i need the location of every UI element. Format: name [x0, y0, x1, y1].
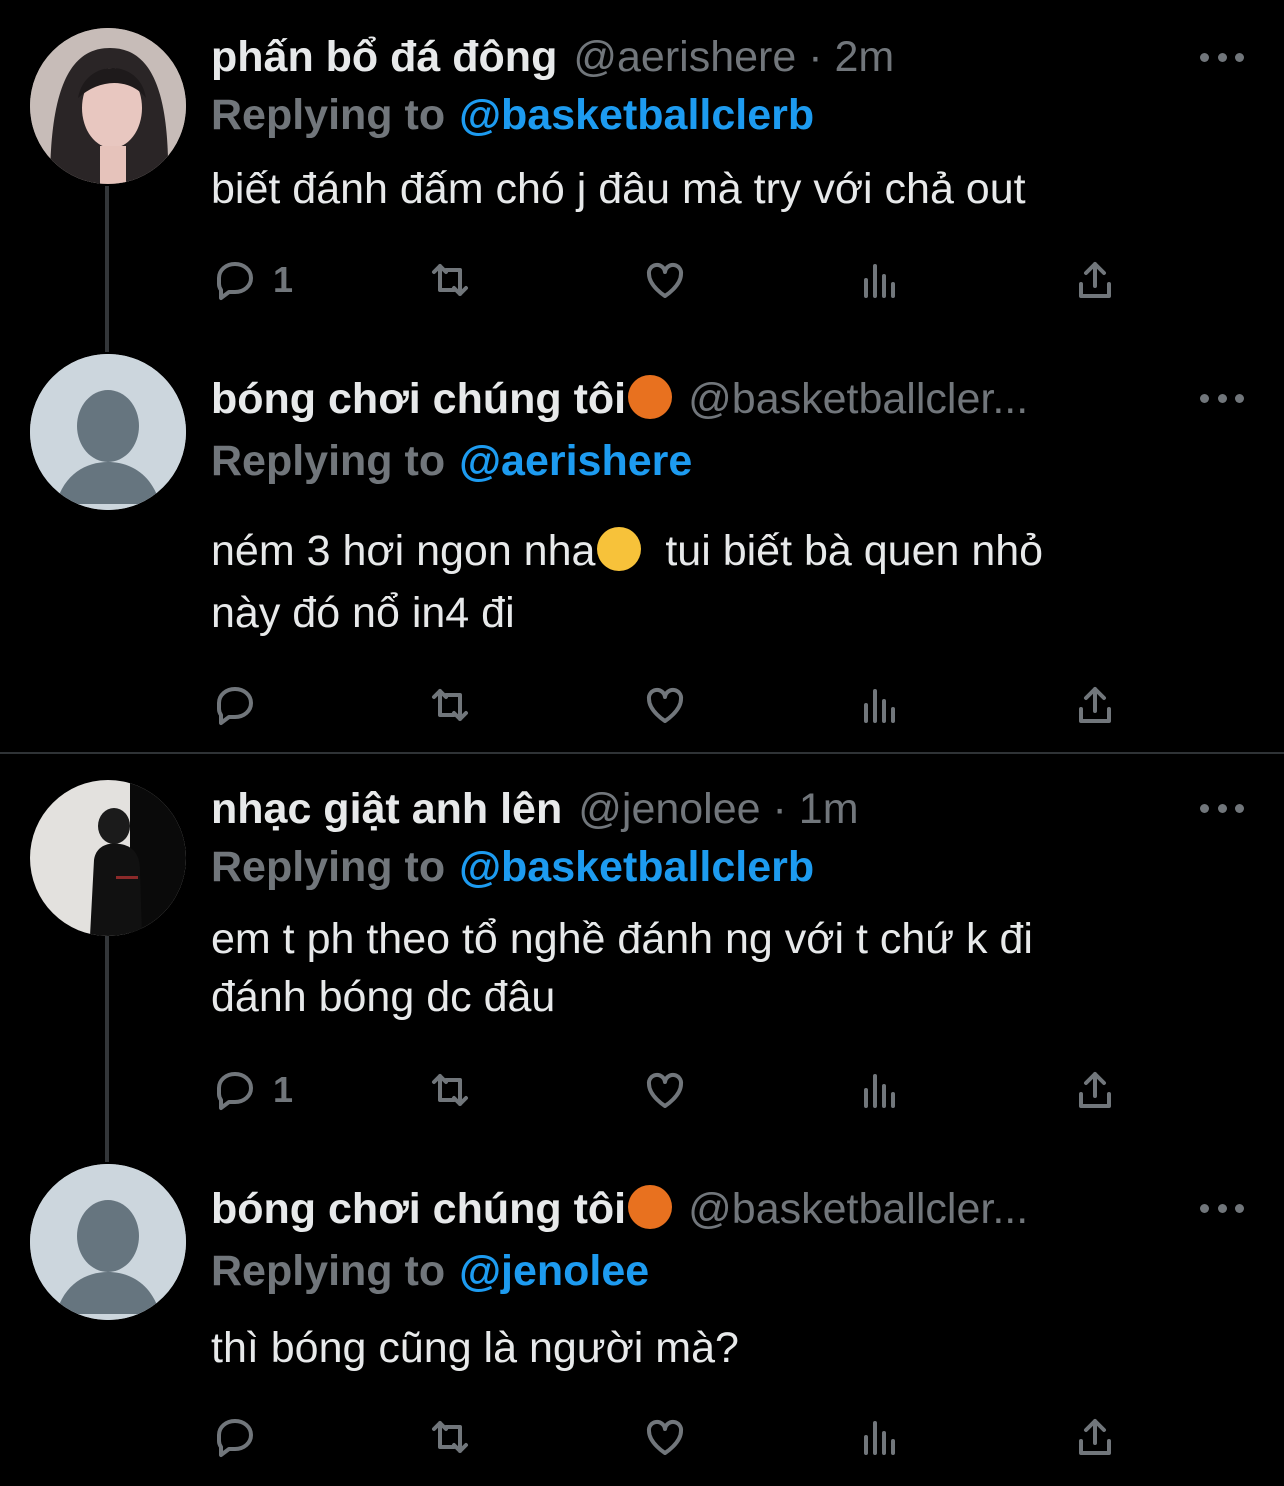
avatar[interactable] [30, 28, 186, 184]
tweet-text-line: đánh bóng dc đâu [211, 973, 556, 1021]
analytics-button[interactable] [856, 1412, 904, 1462]
avatar[interactable] [30, 780, 186, 936]
mention-link[interactable]: @jenolee [459, 1247, 649, 1295]
share-icon [1079, 262, 1111, 298]
basketball-emoji [628, 375, 673, 419]
share-button[interactable] [1071, 1065, 1119, 1115]
display-name[interactable]: bóng chơi chúng tôi [211, 1182, 673, 1236]
analytics-icon [864, 264, 895, 298]
replying-label: Replying to [211, 437, 446, 485]
tweet-text-line: biết đánh đấm chó j đâu mà try với chả o… [211, 165, 1026, 213]
like-button[interactable] [641, 1412, 689, 1462]
like-button[interactable] [641, 680, 689, 730]
retweet-button[interactable] [426, 1412, 474, 1462]
handle-and-time[interactable]: @aerishere · 2m [573, 30, 894, 84]
analytics-icon [864, 689, 895, 723]
like-icon [646, 262, 684, 298]
tweet-text: thì bóng cũng là người mà? [211, 1317, 1211, 1379]
analytics-icon [864, 1074, 895, 1108]
avatar[interactable] [30, 1164, 186, 1320]
retweet-icon [432, 689, 468, 721]
reply-count: 1 [273, 1069, 294, 1110]
replying-to: Replying to @aerishere [211, 434, 692, 488]
action-bar: 1 [211, 255, 1131, 305]
share-icon [1079, 687, 1111, 723]
tweet[interactable]: bóng chơi chúng tôi @basketballcler... R… [0, 350, 1284, 750]
replying-label: Replying to [211, 843, 446, 891]
tweet-text: em t ph theo tổ nghề đánh ng với t chứ k… [211, 910, 1211, 1026]
retweet-icon [432, 1421, 468, 1453]
tweet[interactable]: phấn bổ đá đông @aerishere · 2m Replying… [0, 0, 1284, 330]
display-name[interactable]: phấn bổ đá đông [211, 30, 557, 84]
more-icon[interactable] [1200, 1198, 1244, 1218]
like-button[interactable] [641, 1065, 689, 1115]
analytics-button[interactable] [856, 255, 904, 305]
action-bar: 1 [211, 1065, 1131, 1115]
retweet-button[interactable] [426, 1065, 474, 1115]
default-profile-icon [30, 354, 186, 510]
tweet-text-line: thì bóng cũng là người mà? [211, 1324, 739, 1372]
handle[interactable]: @basketballcler... [688, 1182, 1028, 1236]
replying-label: Replying to [211, 1247, 446, 1295]
replying-to: Replying to @basketballclerb [211, 840, 814, 894]
reply-button[interactable]: 1 [211, 255, 293, 305]
replying-to: Replying to @basketballclerb [211, 88, 814, 142]
thread-divider [0, 752, 1284, 754]
like-icon [646, 1072, 684, 1108]
avatar[interactable] [30, 354, 186, 510]
more-icon[interactable] [1200, 47, 1244, 67]
like-button[interactable] [641, 255, 689, 305]
default-profile-icon [30, 1164, 186, 1320]
tweet-text: ném 3 hơi ngon nha tui biết bà quen nhỏ … [211, 520, 1211, 644]
replying-to: Replying to @jenolee [211, 1244, 649, 1298]
mention-link[interactable]: @aerishere [459, 437, 692, 485]
action-bar [211, 680, 1131, 730]
handle-and-time[interactable]: @jenolee · 1m [578, 782, 858, 836]
more-icon[interactable] [1200, 388, 1244, 408]
more-icon[interactable] [1200, 798, 1244, 818]
analytics-icon [864, 1421, 895, 1455]
share-icon [1079, 1072, 1111, 1108]
handle[interactable]: @basketballcler... [688, 372, 1028, 426]
reply-button[interactable] [211, 680, 273, 730]
display-name[interactable]: bóng chơi chúng tôi [211, 372, 673, 426]
display-name-text: bóng chơi chúng tôi [211, 1185, 627, 1233]
reply-icon [217, 687, 253, 725]
retweet-button[interactable] [426, 255, 474, 305]
retweet-icon [432, 1074, 468, 1106]
reply-icon [217, 1419, 253, 1457]
analytics-button[interactable] [856, 1065, 904, 1115]
mention-link[interactable]: @basketballclerb [459, 91, 814, 139]
tweet-text-line: ném 3 hơi ngon nha [211, 527, 596, 575]
like-icon [646, 1419, 684, 1455]
share-button[interactable] [1071, 680, 1119, 730]
like-icon [646, 687, 684, 723]
tweet[interactable]: bóng chơi chúng tôi @basketballcler... R… [0, 1160, 1284, 1486]
reply-button[interactable] [211, 1412, 273, 1462]
smirk-emoji [597, 527, 642, 571]
share-button[interactable] [1071, 1412, 1119, 1462]
basketball-emoji [628, 1185, 673, 1229]
retweet-icon [432, 264, 468, 296]
display-name[interactable]: nhạc giật anh lên [211, 782, 562, 836]
tweet-text-line: em t ph theo tổ nghề đánh ng với t chứ k… [211, 915, 1033, 963]
tweet-text-line: này đó nổ in4 đi [211, 589, 515, 637]
share-button[interactable] [1071, 255, 1119, 305]
reply-count: 1 [273, 259, 294, 300]
analytics-button[interactable] [856, 680, 904, 730]
reply-button[interactable]: 1 [211, 1065, 293, 1115]
tweet-text: biết đánh đấm chó j đâu mà try với chả o… [211, 158, 1211, 220]
reply-icon [217, 1072, 253, 1110]
retweet-button[interactable] [426, 680, 474, 730]
mention-link[interactable]: @basketballclerb [459, 843, 814, 891]
display-name-text: bóng chơi chúng tôi [211, 375, 627, 423]
share-icon [1079, 1419, 1111, 1455]
action-bar [211, 1412, 1131, 1462]
reply-icon [217, 262, 253, 300]
tweet-text-line: tui biết bà quen nhỏ [665, 527, 1044, 575]
tweet[interactable]: nhạc giật anh lên @jenolee · 1m Replying… [0, 756, 1284, 1156]
replying-label: Replying to [211, 91, 446, 139]
